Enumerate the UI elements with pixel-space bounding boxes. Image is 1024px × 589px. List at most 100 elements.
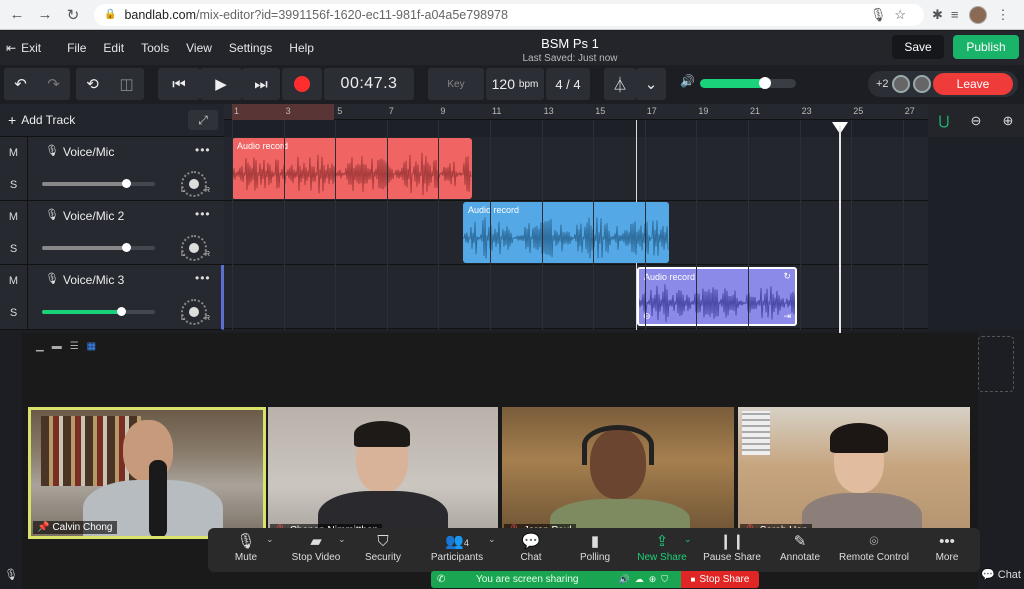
track-volume-knob[interactable] xyxy=(121,243,131,252)
security-button[interactable]: ⛉ Security xyxy=(358,532,408,563)
menu-file[interactable]: File xyxy=(67,41,86,55)
leave-button[interactable]: Leave xyxy=(933,73,1013,95)
browser-menu-icon[interactable]: ⋮ xyxy=(997,7,1010,23)
extensions-icon[interactable]: ✱ xyxy=(932,7,943,23)
drop-zone[interactable] xyxy=(978,336,1014,392)
participant-video-tile[interactable]: 📌 Calvin Chong xyxy=(28,407,266,539)
metronome-button[interactable]: ⏃ xyxy=(604,68,636,100)
skip-back-button[interactable]: ⏮ xyxy=(158,68,200,100)
key-selector[interactable]: Key xyxy=(428,68,484,100)
exit-icon[interactable]: ⇤ xyxy=(6,41,16,55)
gallery-view-icon[interactable]: ▦ xyxy=(87,341,96,352)
pause-share-button[interactable]: ❙❙ Pause Share xyxy=(702,532,762,563)
participant-video-tile[interactable]: 🎙Sarah Han xyxy=(738,407,970,539)
mic-toggle-icon[interactable]: 🎙 xyxy=(0,560,22,589)
save-button[interactable]: Save xyxy=(892,35,944,59)
loop-icon[interactable]: ⟲ xyxy=(86,75,99,93)
participant-video-tile[interactable]: 🎙Jaron Paul xyxy=(502,407,734,539)
track-volume-slider[interactable] xyxy=(42,307,155,316)
polling-button[interactable]: ▮ Polling xyxy=(574,532,616,563)
audio-clip-selected[interactable]: Audio record ↻ ⊖ ⇥ xyxy=(637,267,797,326)
menu-help[interactable]: Help xyxy=(289,41,314,55)
track-name[interactable]: Voice/Mic 2 xyxy=(63,209,124,223)
chevron-up-icon[interactable]: ⌄ xyxy=(488,534,496,545)
participants-button[interactable]: 👥4 Participants xyxy=(426,532,488,563)
chat-button[interactable]: 💬 Chat xyxy=(514,532,548,563)
back-arrow-icon[interactable]: ← xyxy=(6,6,28,23)
tempo-field[interactable]: 120 bpm xyxy=(486,68,544,100)
skip-forward-button[interactable]: ⏭ xyxy=(242,68,280,100)
chat-button[interactable]: 💬 Chat xyxy=(978,560,1024,589)
bookmark-star-icon[interactable]: 🎙☆ xyxy=(870,7,914,23)
track-volume-knob[interactable] xyxy=(117,307,127,316)
stop-video-button[interactable]: ▰ Stop Video xyxy=(286,532,346,563)
track-volume-slider[interactable] xyxy=(42,179,155,188)
audio-clip[interactable]: Audio record xyxy=(463,202,669,263)
publish-button[interactable]: Publish xyxy=(953,35,1019,59)
pan-knob[interactable]: LR xyxy=(181,299,210,325)
exit-link[interactable]: Exit xyxy=(21,41,41,55)
time-signature[interactable]: 4 / 4 xyxy=(546,68,590,100)
mute-button[interactable]: 🎙 Mute xyxy=(224,532,268,563)
project-title[interactable]: BSM Ps 1 xyxy=(480,36,660,51)
chevron-up-icon[interactable]: ⌄ xyxy=(684,534,692,545)
snap-magnet-icon[interactable]: ⋃ xyxy=(928,113,960,129)
solo-button[interactable]: S xyxy=(0,297,28,329)
minimize-view-icon[interactable]: ▁ xyxy=(36,341,44,352)
split-view-icon[interactable]: ◫ xyxy=(119,75,133,93)
track-volume-slider[interactable] xyxy=(42,243,155,252)
pan-knob[interactable]: LR xyxy=(181,171,210,197)
address-bar[interactable]: 🔒 bandlab.com/mix-editor?id=3991156f-162… xyxy=(94,3,924,26)
pan-knob[interactable]: LR xyxy=(181,235,210,261)
track-name[interactable]: Voice/Mic xyxy=(63,145,114,159)
collaborator-avatar[interactable] xyxy=(891,75,910,93)
timeline-ruler[interactable]: 1 3 5 7 9 11 13 15 17 19 21 23 25 27 xyxy=(224,104,928,120)
master-volume-knob[interactable] xyxy=(759,77,772,89)
zoom-in-icon[interactable]: ⊕ xyxy=(992,113,1024,129)
menu-tools[interactable]: Tools xyxy=(141,41,169,55)
remote-control-button[interactable]: ⌾ Remote Control xyxy=(836,532,912,563)
play-button[interactable]: ▶ xyxy=(200,68,242,100)
participant-video-tile[interactable]: 🎙Chanon Nimmitthan xyxy=(268,407,498,539)
timeline[interactable]: 1 3 5 7 9 11 13 15 17 19 21 23 25 27 Audio record Aud… xyxy=(224,104,928,330)
audio-clip[interactable]: Audio record xyxy=(232,138,472,199)
loop-region[interactable] xyxy=(232,104,334,120)
metronome-dropdown[interactable]: ⌄ xyxy=(636,68,666,100)
single-view-icon[interactable]: ▬ xyxy=(52,341,62,352)
menu-settings[interactable]: Settings xyxy=(229,41,272,55)
zoom-out-icon[interactable]: ⊖ xyxy=(960,113,992,129)
new-share-button[interactable]: ⇪ New Share xyxy=(634,532,690,563)
redo-icon[interactable]: ↷ xyxy=(47,75,60,93)
solo-button[interactable]: S xyxy=(0,169,28,201)
mute-button[interactable]: M xyxy=(0,265,28,297)
menu-edit[interactable]: Edit xyxy=(103,41,124,55)
automation-button[interactable]: ⤢ xyxy=(188,110,218,130)
track-header[interactable]: M S 🎙 Voice/Mic 2 ••• LR xyxy=(0,201,224,265)
track-header[interactable]: M S 🎙 Voice/Mic ••• LR xyxy=(0,137,224,201)
more-options-icon[interactable]: ••• xyxy=(195,271,211,285)
solo-button[interactable]: S xyxy=(0,233,28,265)
more-options-icon[interactable]: ••• xyxy=(195,207,211,221)
more-options-icon[interactable]: ••• xyxy=(195,143,211,157)
master-volume-slider[interactable] xyxy=(700,77,796,89)
record-button[interactable] xyxy=(282,68,322,100)
track-volume-knob[interactable] xyxy=(121,179,131,188)
reading-list-icon[interactable]: ≡ xyxy=(951,7,959,22)
mute-button[interactable]: M xyxy=(0,201,28,233)
undo-icon[interactable]: ↶ xyxy=(14,75,27,93)
annotate-button[interactable]: ✎ Annotate xyxy=(776,532,824,563)
more-button[interactable]: ••• More xyxy=(930,532,964,563)
menu-view[interactable]: View xyxy=(186,41,212,55)
reload-icon[interactable]: ↻ xyxy=(62,6,84,24)
stop-share-button[interactable]: ■ Stop Share xyxy=(681,571,759,588)
track-lane[interactable] xyxy=(224,265,928,329)
strip-view-icon[interactable]: ☰ xyxy=(70,341,79,352)
track-name[interactable]: Voice/Mic 3 xyxy=(63,273,124,287)
chevron-up-icon[interactable]: ⌄ xyxy=(338,534,346,545)
chevron-up-icon[interactable]: ⌄ xyxy=(266,534,274,545)
track-header-selected[interactable]: M S 🎙 Voice/Mic 3 ••• LR xyxy=(0,265,224,330)
collaborator-avatar[interactable] xyxy=(912,75,931,93)
forward-arrow-icon[interactable]: → xyxy=(34,6,56,23)
profile-avatar[interactable] xyxy=(968,5,987,24)
mute-button[interactable]: M xyxy=(0,137,28,169)
